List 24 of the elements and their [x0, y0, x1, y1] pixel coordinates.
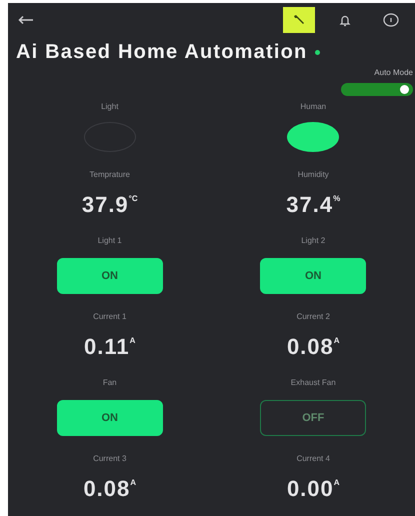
switch-button[interactable]: ON	[56, 258, 163, 294]
widget-label: Human	[300, 102, 326, 113]
wrench-icon	[293, 14, 305, 26]
switch-button[interactable]: ON	[56, 400, 163, 436]
widget-label: Light 2	[301, 236, 326, 247]
widget-label: Current 3	[93, 454, 126, 465]
widget-label: Current 2	[296, 312, 330, 323]
app-title: Ai Based Home Automation	[16, 41, 308, 64]
widget-label: Temprature	[90, 170, 130, 181]
auto-mode-switch[interactable]	[341, 83, 413, 96]
switch-button[interactable]: OFF	[260, 400, 366, 436]
widget-label: Current 1	[93, 312, 126, 323]
widget-label: Fan	[102, 378, 117, 389]
widget-label: Light 1	[98, 236, 122, 247]
bell-icon	[339, 14, 351, 26]
widget-label: Exhaust Fan	[290, 378, 336, 389]
back-button[interactable]	[18, 15, 34, 25]
switch-label: Auto Mode	[374, 68, 413, 77]
widget-label: Light	[101, 102, 118, 113]
widget-label: Humidity	[298, 170, 329, 181]
switch-button[interactable]: ON	[260, 258, 366, 294]
value-display: 37.4%	[286, 192, 340, 218]
widget-label: Current 4	[296, 454, 330, 465]
info-icon	[383, 13, 399, 27]
